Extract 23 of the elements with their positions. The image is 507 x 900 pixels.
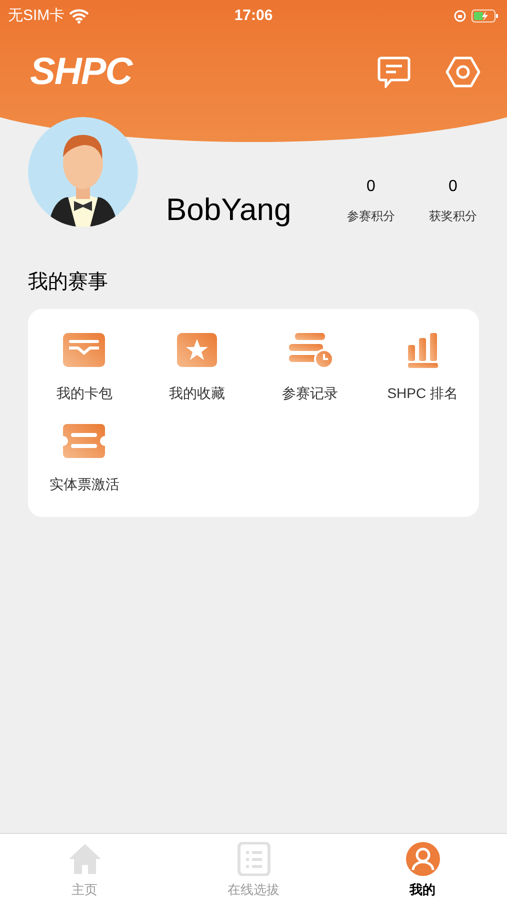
menu-item[interactable]: 实体票激活 (28, 422, 141, 495)
section-title: 我的赛事 (28, 270, 109, 295)
home-icon (66, 842, 102, 876)
tab[interactable]: 我的 (338, 834, 507, 900)
user-icon (406, 842, 440, 876)
settings-icon[interactable] (445, 56, 481, 88)
username: BobYang (166, 194, 292, 225)
list-icon (236, 842, 272, 876)
message-icon[interactable] (377, 56, 411, 88)
stat-label: 参赛积分 (347, 208, 395, 225)
clock: 17:06 (234, 6, 273, 26)
stat-value: 0 (366, 177, 376, 197)
menu-item[interactable]: 我的卡包 (28, 331, 141, 404)
logo: SHPC (30, 50, 132, 94)
wifi-icon (68, 8, 89, 24)
stat-label: 获奖积分 (429, 208, 477, 225)
battery-icon (471, 9, 499, 23)
rotation-lock-icon (453, 9, 467, 23)
menu-item[interactable]: SHPC 排名 (366, 331, 479, 404)
menu-item[interactable]: 参赛记录 (254, 331, 366, 404)
menu-item[interactable]: 我的收藏 (140, 331, 254, 404)
carrier-label: 无SIM卡 (8, 6, 65, 26)
stat-value: 0 (448, 177, 458, 197)
